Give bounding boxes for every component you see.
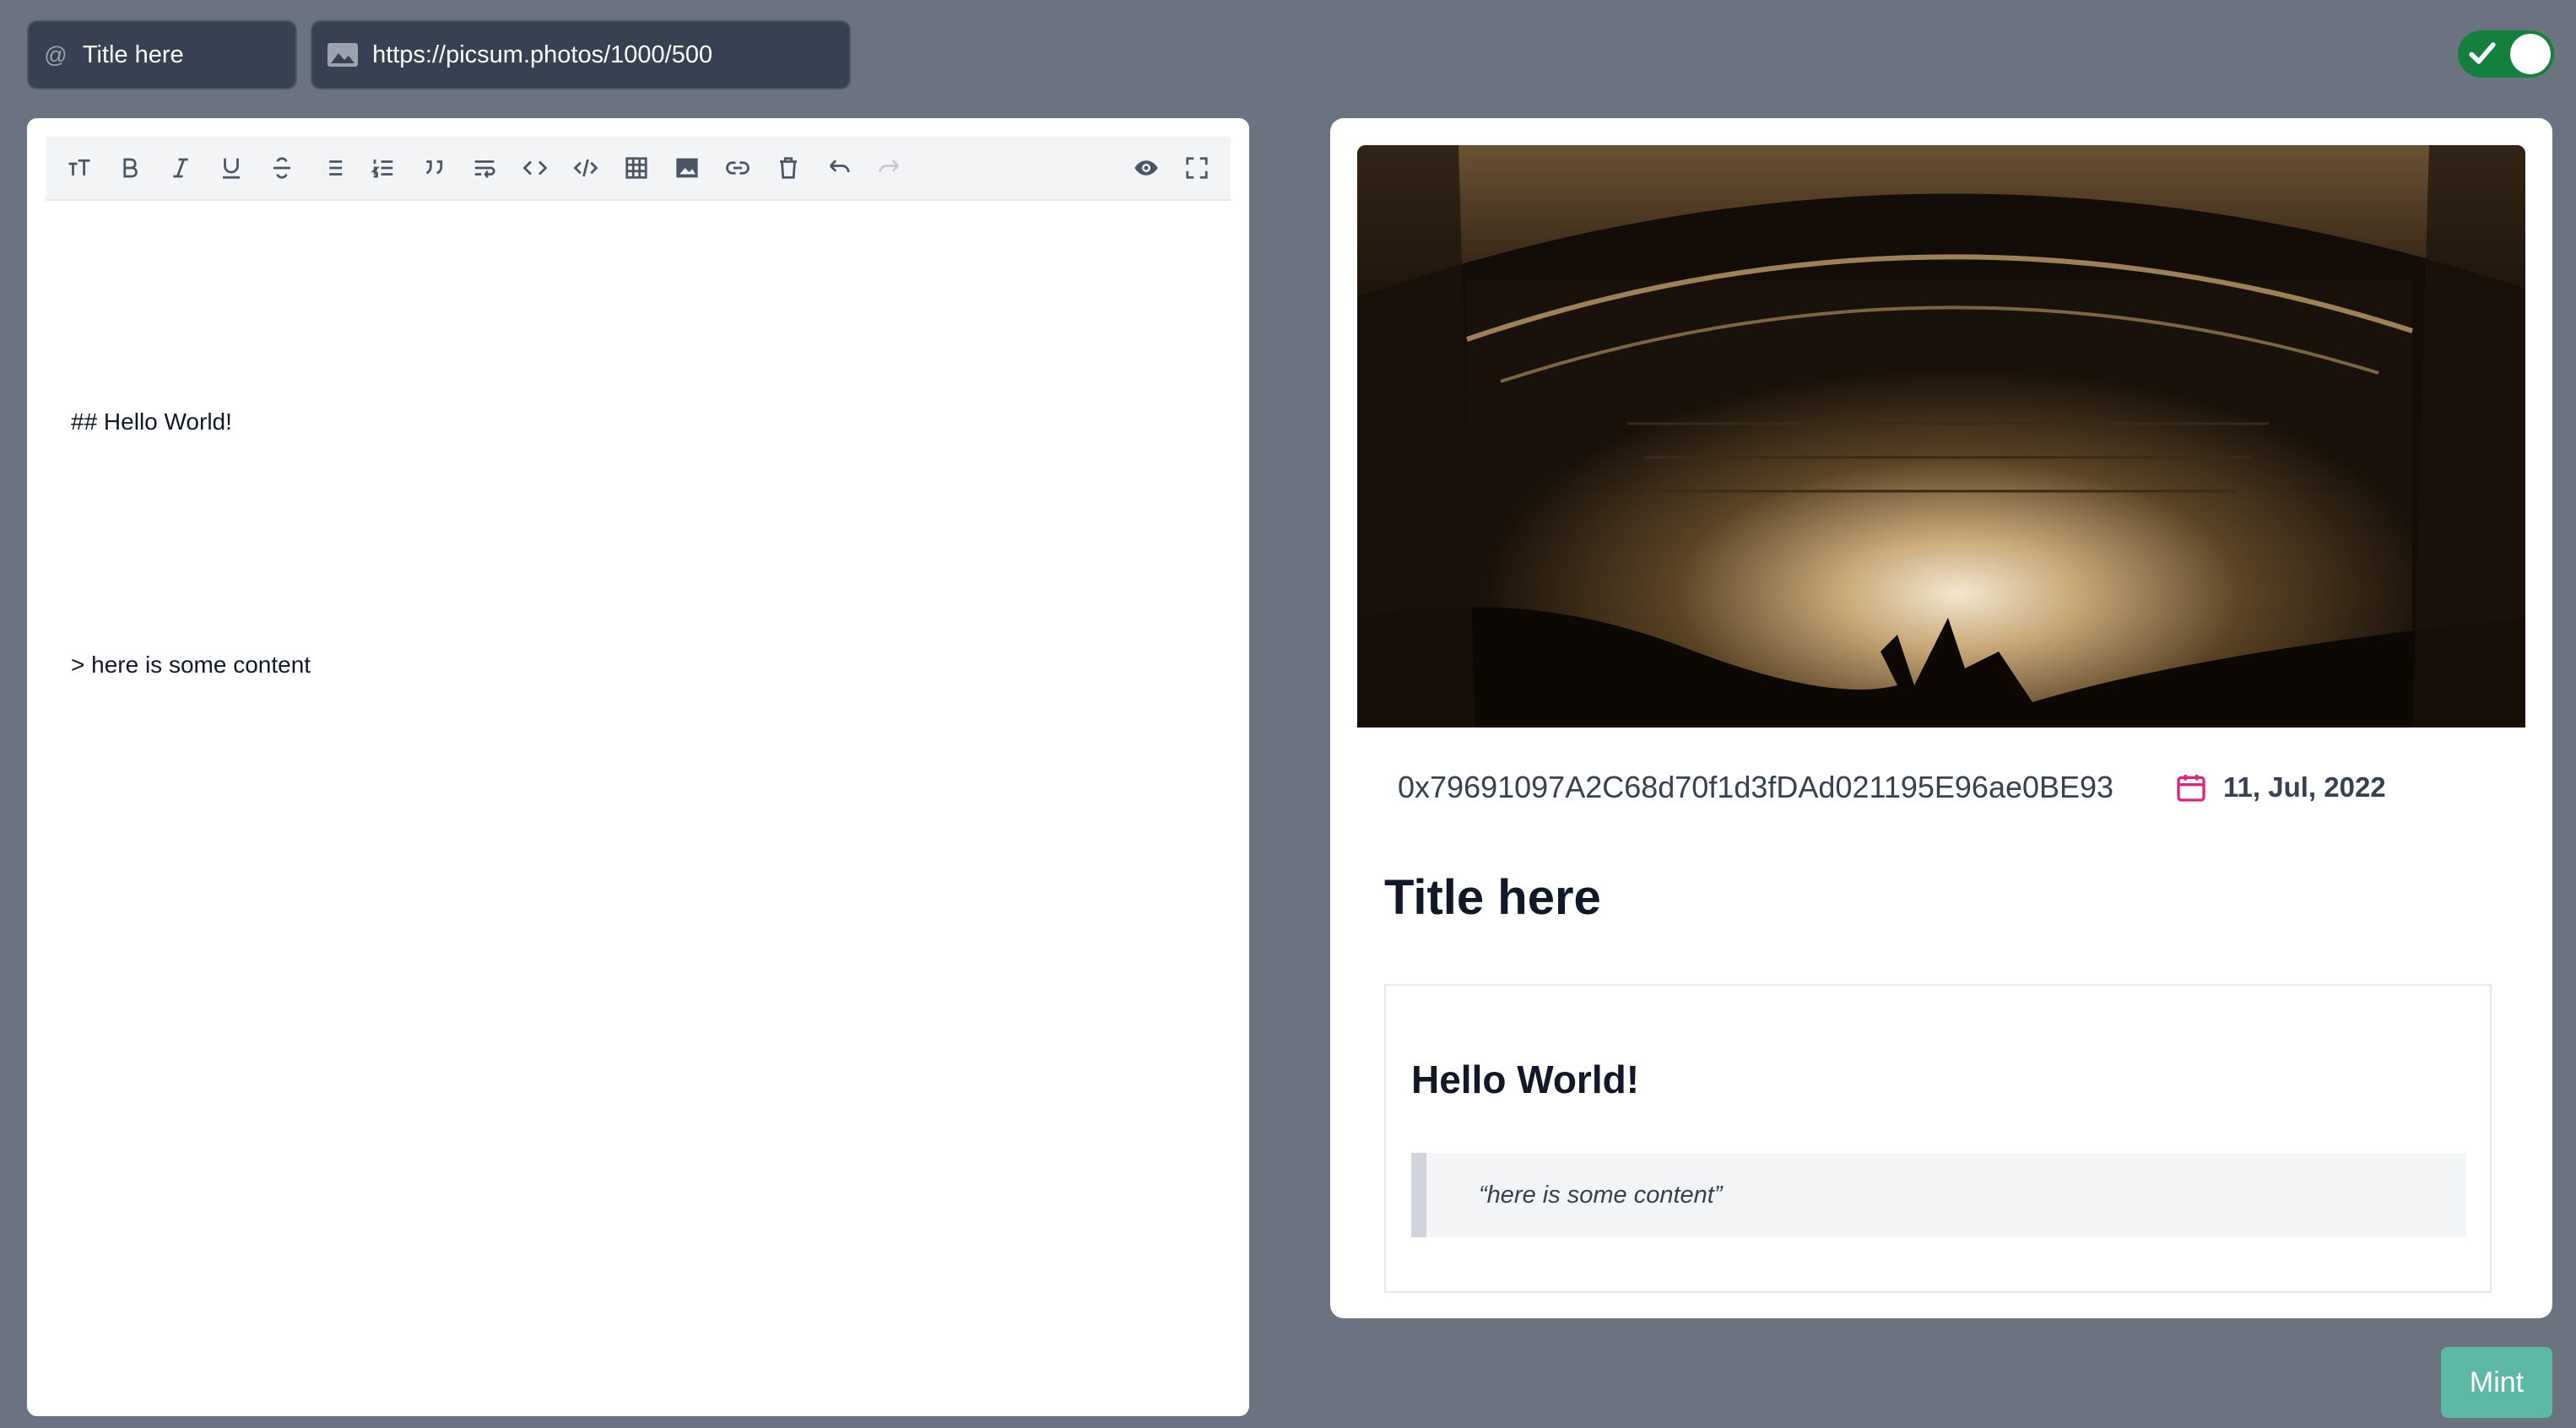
editor-toolbar: [46, 137, 1231, 201]
content-heading: Hello World!: [1411, 1057, 1640, 1101]
wrap-icon[interactable]: [459, 143, 510, 193]
image-icon: [312, 42, 372, 68]
editor-line-3: > here is some content: [71, 652, 311, 678]
preview-toggle[interactable]: [2458, 30, 2554, 78]
editor-line-2: [71, 523, 1215, 564]
link-icon[interactable]: [712, 143, 763, 193]
bold-icon[interactable]: [105, 143, 155, 193]
mint-button[interactable]: Mint: [2441, 1347, 2552, 1418]
image-url-input[interactable]: [372, 41, 849, 69]
preview-eye-icon[interactable]: [1121, 143, 1172, 193]
image-icon[interactable]: [662, 143, 712, 193]
strikethrough-icon[interactable]: [257, 143, 307, 193]
content-blockquote: “here is some content”: [1411, 1153, 2466, 1237]
code-inline-icon[interactable]: [510, 143, 560, 193]
markdown-editor: ## Hello World! > here is some content: [27, 118, 1249, 1416]
underline-icon[interactable]: [206, 143, 257, 193]
at-icon: @: [44, 41, 68, 68]
code-block-icon[interactable]: [560, 143, 611, 193]
table-icon[interactable]: [611, 143, 662, 193]
italic-icon[interactable]: [155, 143, 206, 193]
image-url-input-field[interactable]: [311, 20, 851, 89]
editor-line-1: ## Hello World!: [71, 408, 232, 435]
date-text: 11, Jul, 2022: [2223, 771, 2386, 803]
preview-card: 0x79691097A2C68d70f1d3fDAd021195E96ae0BE…: [1330, 118, 2552, 1318]
unordered-list-icon[interactable]: [307, 143, 358, 193]
title-input-field[interactable]: @: [27, 20, 297, 89]
quote-icon[interactable]: [409, 143, 459, 193]
calendar-icon: [2177, 775, 2205, 802]
delete-icon[interactable]: [763, 143, 814, 193]
toggle-knob: [2510, 34, 2551, 74]
redo-icon[interactable]: [864, 143, 915, 193]
check-icon: [2469, 42, 2496, 64]
title-input[interactable]: [82, 41, 295, 69]
undo-icon[interactable]: [814, 143, 864, 193]
editor-textarea[interactable]: ## Hello World! > here is some content: [71, 321, 1215, 766]
hero-image: [1357, 145, 2525, 728]
ordered-list-icon[interactable]: [358, 143, 409, 193]
heading-icon[interactable]: [54, 143, 105, 193]
content-preview: Hello World! “here is some content”: [1384, 984, 2492, 1293]
wallet-address: 0x79691097A2C68d70f1d3fDAd021195E96ae0BE…: [1398, 770, 2114, 804]
publish-date: 11, Jul, 2022: [2174, 770, 2386, 805]
preview-title: Title here: [1384, 870, 1601, 925]
fullscreen-icon[interactable]: [1172, 143, 1222, 193]
